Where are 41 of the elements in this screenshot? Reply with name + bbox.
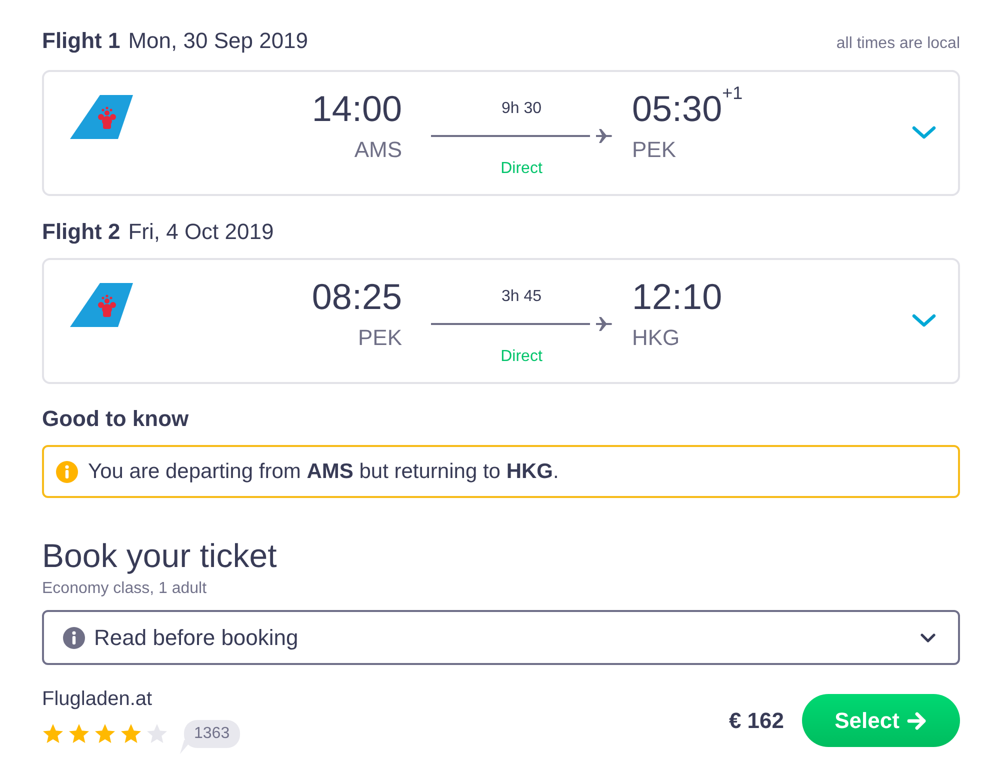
departure-airport: AMS xyxy=(354,137,402,163)
section-title: Good to know xyxy=(42,405,190,433)
flight-date: Fri, 4 Oct 2019 xyxy=(128,218,274,246)
review-count: 1363 xyxy=(180,720,240,754)
departure-time: 08:25 xyxy=(312,276,402,317)
section-title: Book your ticket xyxy=(42,536,278,576)
info-icon xyxy=(63,626,85,648)
timezone-note: all times are local xyxy=(836,34,960,54)
arrival-airport: HKG xyxy=(632,325,680,351)
flight-duration: 9h 30 xyxy=(501,99,542,119)
flight-duration: 3h 45 xyxy=(501,287,542,307)
arrow-right-icon xyxy=(907,712,928,730)
arrival-time: 12:10 xyxy=(632,275,722,319)
day-offset: +1 xyxy=(722,83,743,103)
info-dropdown[interactable]: Read before booking xyxy=(42,610,960,665)
price: € 162 xyxy=(728,707,784,735)
departure-airport: PEK xyxy=(358,325,402,351)
fare-summary: Economy class, 1 adult xyxy=(42,579,208,599)
info-icon xyxy=(56,460,78,482)
chevron-down-icon[interactable] xyxy=(912,126,936,140)
notice-text: You are departing from AMS but returning to HKG. xyxy=(88,458,559,485)
tail-fin-icon xyxy=(70,95,133,139)
chevron-down-icon xyxy=(920,632,936,642)
star-icon xyxy=(68,723,90,745)
tail-fin-icon xyxy=(70,283,133,327)
star-icon xyxy=(42,723,64,745)
arrival-airport: PEK xyxy=(632,137,676,163)
stops-label: Direct xyxy=(500,159,542,179)
star-icon xyxy=(120,723,142,745)
flight-label: Flight 1 xyxy=(42,27,120,55)
airplane-icon xyxy=(596,129,612,143)
stops-label: Direct xyxy=(500,347,542,367)
star-icon xyxy=(146,723,168,745)
flight-label: Flight 2 xyxy=(42,218,120,246)
chevron-down-icon[interactable] xyxy=(912,314,936,328)
airplane-icon xyxy=(596,317,612,331)
flight-date: Mon, 30 Sep 2019 xyxy=(128,27,308,55)
arrival-time: 05:30 xyxy=(632,87,722,131)
provider-name: Flugladen.at xyxy=(42,687,154,711)
star-icon xyxy=(94,723,116,745)
departure-time: 14:00 xyxy=(312,88,402,129)
